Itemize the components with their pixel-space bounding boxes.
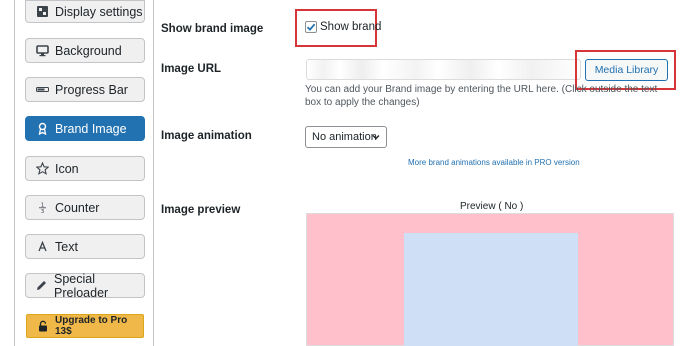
media-library-button[interactable]: Media Library bbox=[585, 59, 668, 81]
image-url-label: Image URL bbox=[161, 63, 222, 75]
sidebar-item-label: Progress Bar bbox=[55, 82, 128, 97]
upgrade-to-pro-button[interactable]: Upgrade to Pro 13$ bbox=[26, 314, 144, 338]
sidebar-item-label: Text bbox=[55, 239, 78, 254]
sidebar-item-display-settings[interactable]: Display settings bbox=[25, 0, 145, 23]
upgrade-label: Upgrade to Pro 13$ bbox=[55, 315, 128, 337]
sidebar-item-label: Display settings bbox=[55, 4, 143, 19]
show-brand-checkbox-label: Show brand bbox=[320, 21, 382, 33]
sidebar-item-progress-bar[interactable]: Progress Bar bbox=[25, 77, 145, 102]
image-url-input[interactable] bbox=[306, 59, 581, 80]
display-settings-icon bbox=[35, 5, 49, 19]
image-animation-selected: No animation bbox=[312, 131, 377, 143]
star-icon bbox=[35, 162, 49, 176]
progress-bar-icon bbox=[35, 83, 49, 97]
show-brand-checkbox-row[interactable]: Show brand bbox=[305, 21, 381, 33]
sidebar-item-special-preloader[interactable]: Special Preloader bbox=[25, 271, 145, 300]
sidebar-item-label: Counter bbox=[55, 200, 100, 215]
sidebar-item-label: Brand Image bbox=[55, 121, 127, 136]
show-brand-image-label: Show brand image bbox=[161, 23, 264, 35]
chevron-down-icon bbox=[372, 135, 380, 140]
sidebar-item-brand-image[interactable]: Brand Image bbox=[25, 116, 145, 141]
fraction-icon: 13 bbox=[35, 201, 49, 215]
preview-title: Preview ( No ) bbox=[460, 201, 524, 212]
image-url-help-text: You can add your Brand image by entering… bbox=[305, 84, 658, 108]
monitor-icon bbox=[35, 44, 49, 58]
pro-animations-link[interactable]: More brand animations available in PRO v… bbox=[408, 158, 580, 167]
svg-text:3: 3 bbox=[40, 209, 44, 214]
sidebar-item-icon[interactable]: Icon bbox=[25, 156, 145, 181]
lock-icon bbox=[37, 320, 49, 332]
sidebar-item-label: Special Preloader bbox=[54, 271, 109, 300]
brand-image-preview bbox=[404, 233, 578, 346]
sidebar-item-counter[interactable]: 13 Counter bbox=[25, 195, 145, 220]
checkmark-icon bbox=[306, 23, 316, 31]
image-preview-canvas bbox=[306, 213, 674, 346]
image-animation-select[interactable]: No animation bbox=[305, 126, 387, 148]
pencil-icon bbox=[35, 279, 48, 293]
show-brand-checkbox[interactable] bbox=[305, 21, 317, 33]
text-a-icon bbox=[35, 240, 49, 254]
sidebar-item-background[interactable]: Background bbox=[25, 38, 145, 63]
image-preview-label: Image preview bbox=[161, 204, 241, 216]
brand-image-icon bbox=[35, 122, 49, 136]
settings-sidebar: Display settings Background Progress Bar… bbox=[0, 0, 154, 346]
image-animation-label: Image animation bbox=[161, 130, 252, 142]
sidebar-item-label: Icon bbox=[55, 161, 79, 176]
sidebar-item-label: Background bbox=[55, 43, 122, 58]
sidebar-item-text[interactable]: Text bbox=[25, 234, 145, 259]
